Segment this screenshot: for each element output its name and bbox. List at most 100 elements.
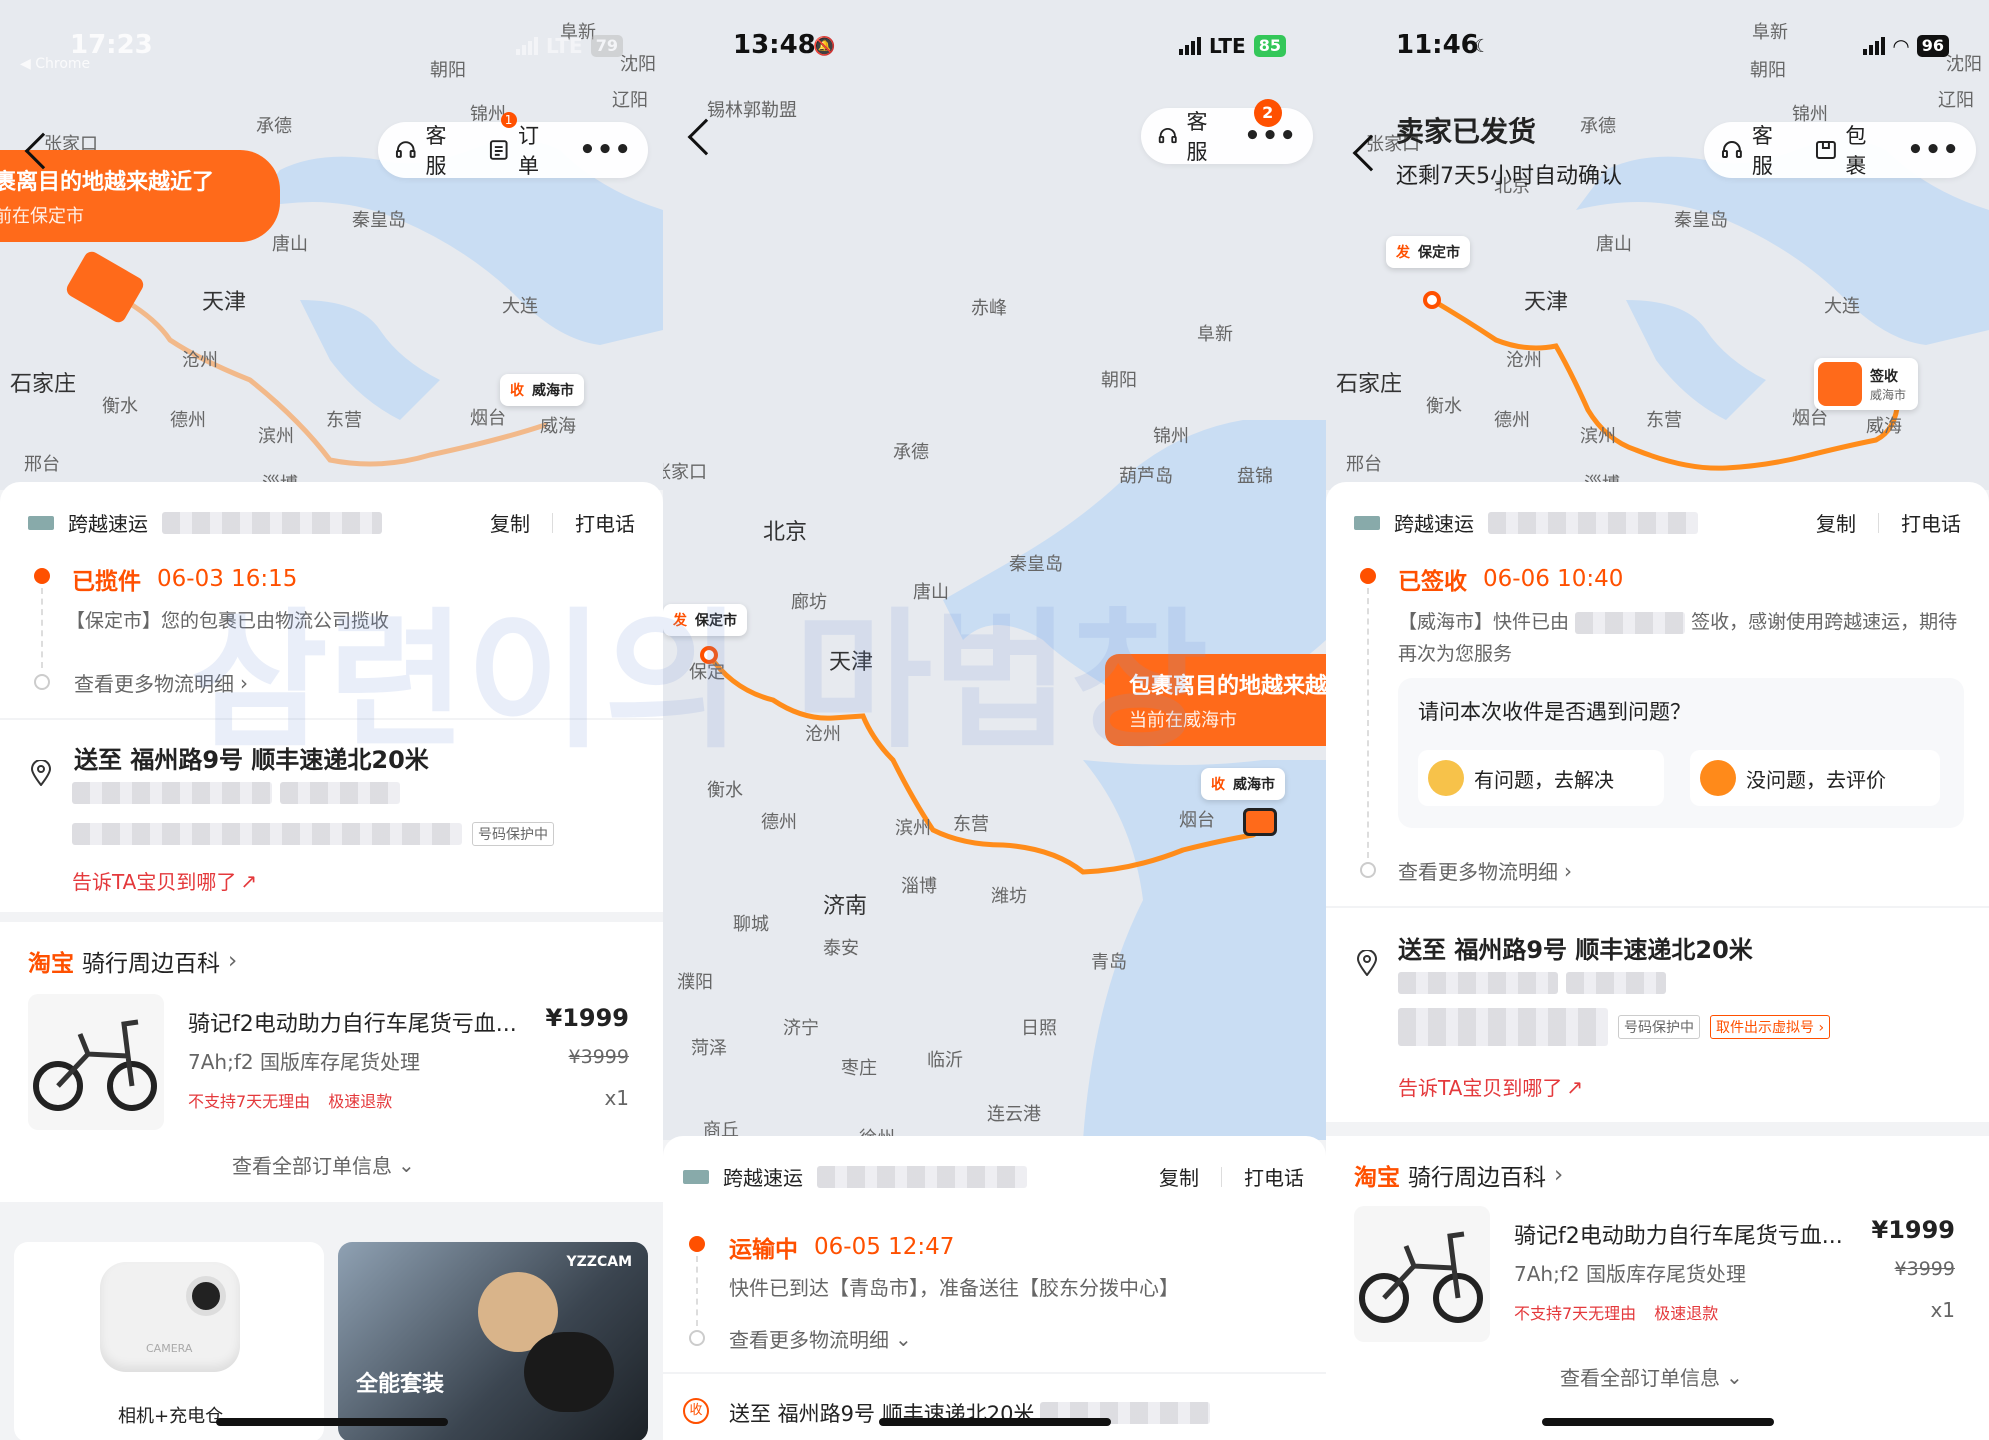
map-city: 沧州 bbox=[805, 724, 841, 745]
timeline-line bbox=[41, 588, 43, 668]
timeline-dot bbox=[689, 1236, 705, 1252]
carrier-row: 跨越速运 bbox=[683, 1162, 1027, 1191]
product-image[interactable] bbox=[28, 994, 164, 1130]
message-badge: 2 bbox=[1254, 99, 1283, 127]
moon-icon: ☾ bbox=[1474, 36, 1491, 57]
copy-button[interactable]: 复制 bbox=[490, 508, 530, 537]
orders-button[interactable]: 1 订单 bbox=[487, 112, 560, 180]
virtual-number-label: 取件出示虚拟号 bbox=[1716, 1020, 1814, 1036]
event-text: 快件已到达【青岛市】，准备送往【胶东分拨中心】 bbox=[729, 1276, 1179, 1300]
product-quantity: x1 bbox=[1930, 1298, 1955, 1322]
chevron-right-icon: › bbox=[1554, 1162, 1564, 1188]
map-city: 大连 bbox=[502, 296, 538, 317]
map-city: 邢台 bbox=[1346, 454, 1382, 475]
phone-protect-badge: 号码保护中 bbox=[1618, 1015, 1700, 1039]
banner-subtitle: 当前在威海市 bbox=[1129, 710, 1237, 731]
rec-card-kit[interactable]: YZZCAM 全能套装 bbox=[338, 1242, 648, 1440]
more-button[interactable]: ••• 2 bbox=[1244, 99, 1297, 151]
map-city: 濮阳 bbox=[677, 972, 713, 993]
top-actions: 客服 ••• 2 bbox=[1141, 99, 1313, 166]
chevron-right-icon: › bbox=[240, 670, 248, 695]
map-city: 济南 bbox=[823, 894, 868, 919]
map-city: 东营 bbox=[1646, 410, 1682, 431]
copy-button[interactable]: 复制 bbox=[1159, 1162, 1199, 1191]
receive-label: 收 bbox=[1211, 777, 1225, 793]
map-city: 承德 bbox=[256, 116, 292, 137]
logistics-map[interactable]: 锡林郭勒盟 赤峰 阜新 朝阳 锦州 承德 葫芦岛 盘锦 北京 秦皇岛 唐山 廊坊… bbox=[663, 0, 1326, 1140]
more-icon[interactable]: ••• bbox=[1907, 135, 1960, 165]
divider bbox=[1326, 906, 1989, 908]
tell-link[interactable]: 告诉TA宝贝到哪了 ↗ bbox=[1398, 1072, 1583, 1101]
home-indicator[interactable] bbox=[1541, 1418, 1774, 1426]
service-label: 客服 bbox=[1186, 110, 1208, 164]
map-city: 天津 bbox=[829, 650, 874, 675]
shop-row[interactable]: 淘宝 骑行周边百科 › bbox=[1354, 1158, 1563, 1192]
package-label: 包裹 bbox=[1845, 124, 1867, 178]
copy-button[interactable]: 复制 bbox=[1816, 508, 1856, 537]
package-button[interactable]: 包裹 bbox=[1814, 120, 1888, 180]
signal-group: LTE 79 bbox=[515, 34, 623, 58]
customer-service-button[interactable]: 客服 bbox=[1157, 106, 1224, 166]
view-all-orders[interactable]: 查看全部订单信息 ⌄ bbox=[1560, 1362, 1743, 1391]
rec-card-camera[interactable]: CAMERA 相机+充电仓 bbox=[14, 1242, 324, 1440]
has-problem-label: 有问题，去解决 bbox=[1474, 767, 1614, 792]
no-problem-label: 没问题，去评价 bbox=[1746, 767, 1886, 792]
divider bbox=[663, 1372, 1326, 1374]
map-city: 烟台 bbox=[1179, 810, 1215, 831]
timeline-dot bbox=[34, 568, 50, 584]
phone-screen-2: 锡林郭勒盟 赤峰 阜新 朝阳 锦州 承德 葫芦岛 盘锦 北京 秦皇岛 唐山 廊坊… bbox=[663, 0, 1326, 1440]
truck-icon bbox=[1243, 808, 1277, 836]
frown-emoji-icon bbox=[1428, 760, 1464, 796]
product-image[interactable] bbox=[1354, 1206, 1490, 1342]
call-button[interactable]: 打电话 bbox=[575, 508, 635, 537]
map-city: 青岛 bbox=[1091, 952, 1127, 973]
tell-label: 告诉TA宝贝到哪了 bbox=[72, 870, 237, 894]
map-city: 秦皇岛 bbox=[1674, 210, 1728, 231]
more-tracking-link[interactable]: 查看更多物流明细 › bbox=[74, 668, 248, 697]
destination-city: 威海市 bbox=[1233, 777, 1275, 793]
back-to-app[interactable]: ◀ Chrome bbox=[20, 56, 90, 72]
call-button[interactable]: 打电话 bbox=[1901, 508, 1961, 537]
product-title[interactable]: 骑记f2电动助力自行车尾货亏血... bbox=[1514, 1218, 1843, 1250]
has-problem-button[interactable]: 有问题，去解决 bbox=[1418, 750, 1664, 806]
banner-title: 裹离目的地越来越近了 bbox=[0, 170, 215, 195]
view-all-label: 查看全部订单信息 bbox=[232, 1154, 392, 1178]
view-all-orders[interactable]: 查看全部订单信息 ⌄ bbox=[232, 1150, 415, 1179]
headset-icon bbox=[1158, 128, 1177, 144]
network-type: LTE bbox=[1208, 34, 1246, 58]
map-city: 张家口 bbox=[663, 462, 707, 483]
no-problem-button[interactable]: 没问题，去评价 bbox=[1690, 750, 1940, 806]
more-tracking-link[interactable]: 查看更多物流明细 ⌄ bbox=[729, 1324, 912, 1353]
location-pin-icon bbox=[30, 760, 52, 786]
cell-signal-icon bbox=[1863, 37, 1886, 55]
shop-row[interactable]: 淘宝 骑行周边百科 › bbox=[28, 944, 237, 978]
service-tags: 不支持7天无理由 极速退款 bbox=[188, 1088, 392, 1112]
more-tracking-link[interactable]: 查看更多物流明细 › bbox=[1398, 856, 1572, 885]
customer-service-button[interactable]: 客服 bbox=[1720, 120, 1794, 180]
tracking-number bbox=[817, 1165, 1027, 1188]
cell-signal-icon bbox=[1178, 37, 1201, 55]
product-title[interactable]: 骑记f2电动助力自行车尾货亏血... bbox=[188, 1006, 517, 1038]
camera-mount-image bbox=[524, 1332, 614, 1412]
timeline-dot bbox=[1360, 568, 1376, 584]
call-button[interactable]: 打电话 bbox=[1244, 1162, 1304, 1191]
destination-city: 威海市 bbox=[532, 383, 574, 399]
receiver-info bbox=[1398, 972, 1666, 994]
map-city: 秦皇岛 bbox=[352, 210, 406, 231]
map-canvas bbox=[663, 0, 1326, 1140]
map-city: 东营 bbox=[326, 410, 362, 431]
home-indicator[interactable] bbox=[215, 1418, 448, 1426]
chevron-down-icon: ⌄ bbox=[398, 1152, 415, 1177]
more-icon[interactable]: ••• bbox=[579, 135, 632, 165]
phone-screen-1: 阜新 朝阳 沈阳 辽阳 锦州 承德 张家口 秦皇岛 唐山 天津 大连 石家庄 沧… bbox=[0, 0, 663, 1440]
receive-icon: 收 bbox=[683, 1398, 709, 1424]
virtual-number-button[interactable]: 取件出示虚拟号 › bbox=[1710, 1015, 1831, 1039]
customer-service-button[interactable]: 客服 bbox=[394, 120, 467, 180]
tell-link[interactable]: 告诉TA宝贝到哪了 ↗ bbox=[72, 866, 257, 895]
chevron-right-icon: › bbox=[1564, 858, 1572, 883]
destination-tag: 收 威海市 bbox=[1201, 768, 1285, 800]
carrier-logo-icon bbox=[1354, 515, 1380, 530]
map-city: 东营 bbox=[953, 814, 989, 835]
wifi-icon: ◠ bbox=[1893, 34, 1909, 58]
home-indicator[interactable] bbox=[878, 1418, 1111, 1426]
